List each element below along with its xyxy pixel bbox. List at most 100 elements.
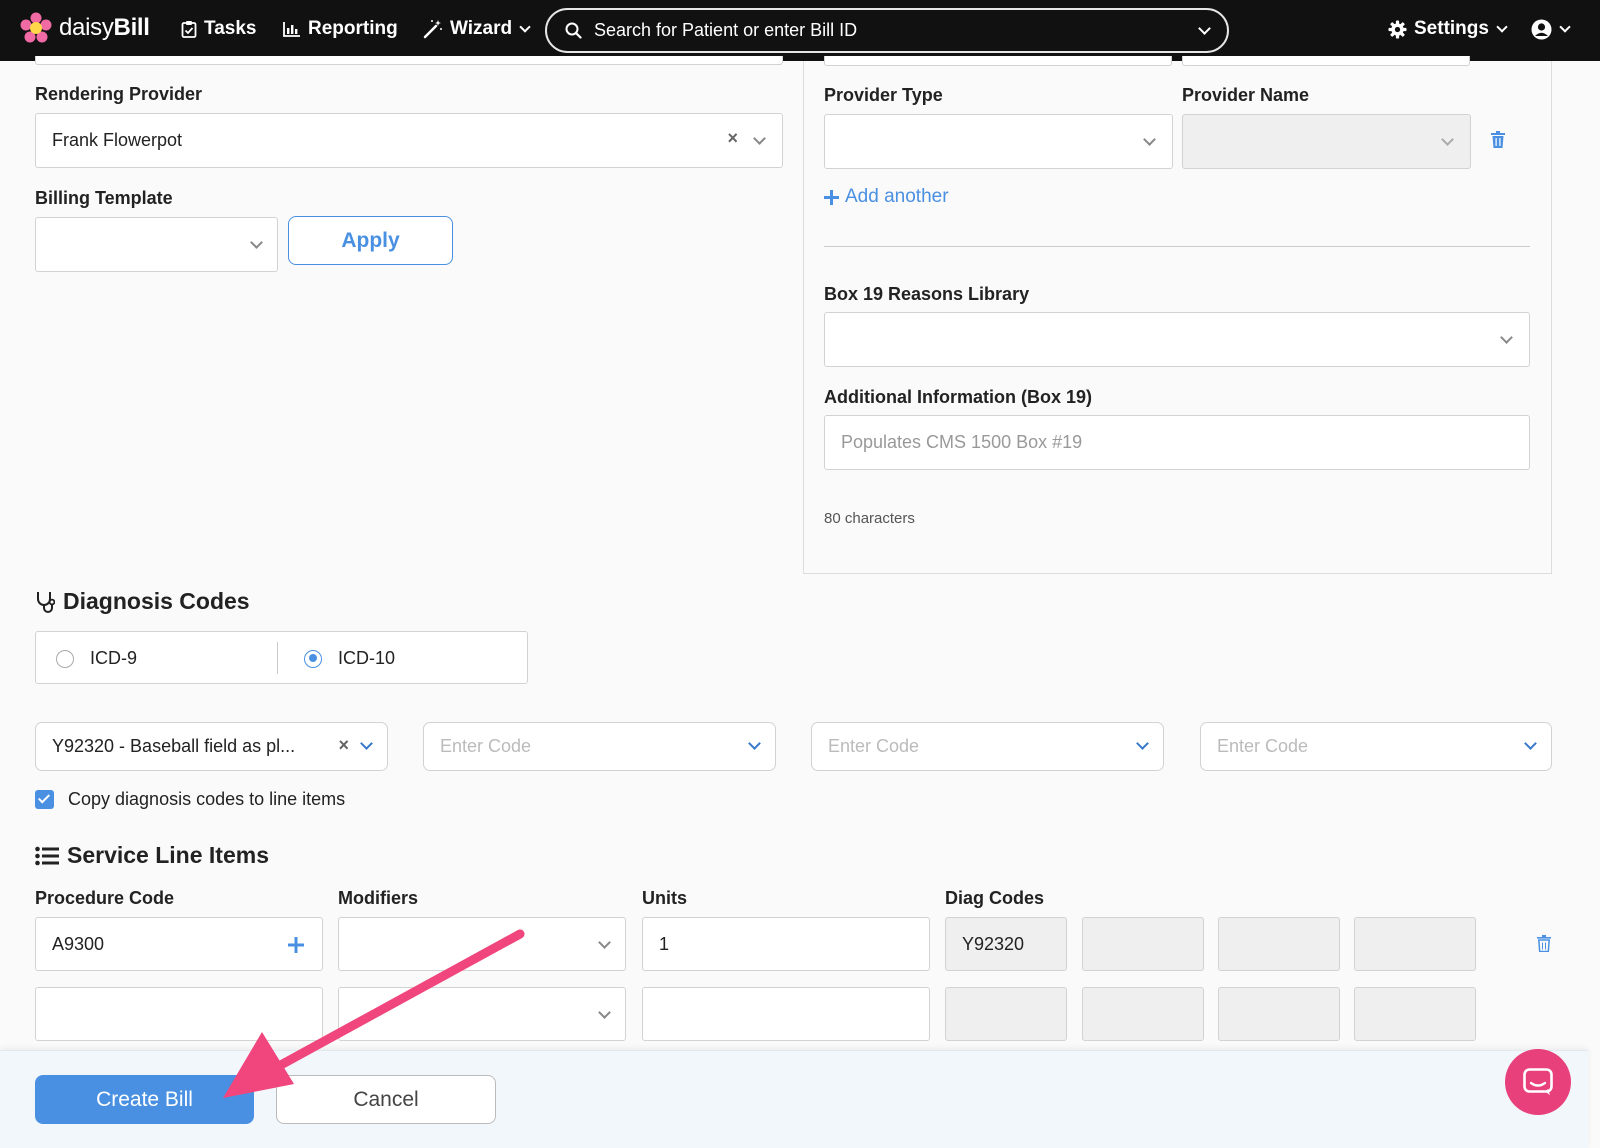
chevron-down-icon: [598, 936, 611, 949]
apply-button[interactable]: Apply: [288, 216, 453, 265]
plus-icon[interactable]: [288, 937, 304, 953]
radio-unchecked-icon: [56, 649, 74, 668]
radio-checked-icon: [304, 649, 322, 668]
diag-code-pointer-1[interactable]: [945, 987, 1067, 1041]
plus-icon: [824, 189, 839, 205]
trash-icon[interactable]: [1537, 935, 1551, 952]
billing-template-label: Billing Template: [35, 188, 173, 208]
icd10-radio[interactable]: ICD-10: [304, 648, 395, 669]
additional-info-label: Additional Information (Box 19): [824, 387, 1092, 407]
procedure-code-value: A9300: [52, 933, 105, 954]
units-header: Units: [642, 888, 687, 908]
create-bill-button[interactable]: Create Bill: [35, 1075, 254, 1124]
chat-launcher-button[interactable]: [1505, 1049, 1571, 1115]
chat-icon: [1523, 1068, 1553, 1095]
add-another-link[interactable]: Add another: [824, 186, 949, 208]
diag-code-pointer-4[interactable]: [1354, 917, 1476, 971]
chevron-down-icon: [748, 737, 761, 750]
diagnosis-code-3-select[interactable]: Enter Code: [811, 722, 1164, 771]
clear-icon[interactable]: ×: [727, 128, 738, 149]
gear-icon: [1388, 19, 1407, 39]
icd9-radio[interactable]: ICD-9: [56, 648, 137, 669]
stethoscope-icon: [37, 591, 55, 613]
chevron-down-icon: [1136, 737, 1149, 750]
nav-settings-label: Settings: [1414, 18, 1489, 39]
nav-reporting-label: Reporting: [308, 18, 398, 39]
diagnosis-code-2-placeholder: Enter Code: [440, 736, 532, 756]
procedure-code-header: Procedure Code: [35, 888, 175, 908]
units-input[interactable]: [642, 987, 930, 1041]
modifiers-select[interactable]: [338, 987, 626, 1041]
magic-wand-icon: [423, 20, 442, 39]
previous-field-edge: [1182, 56, 1470, 66]
provider-name-label: Provider Name: [1182, 85, 1310, 105]
logo-text: daisyBill: [59, 14, 150, 41]
chevron-down-icon: [1143, 133, 1156, 146]
list-icon: [35, 846, 59, 865]
nav-settings[interactable]: Settings: [1388, 14, 1508, 44]
chevron-down-icon: [1441, 133, 1454, 146]
service-line-items-title: Service Line Items: [67, 842, 269, 868]
toggle-divider: [277, 642, 278, 674]
modifiers-select[interactable]: [338, 917, 626, 971]
service-line-items-heading: Service Line Items: [35, 842, 269, 869]
user-menu[interactable]: [1531, 14, 1571, 44]
nav-reporting[interactable]: Reporting: [283, 14, 398, 44]
procedure-code-input[interactable]: A9300: [35, 917, 323, 971]
divider: [824, 246, 1530, 247]
icd10-label: ICD-10: [338, 648, 396, 668]
chevron-down-icon: [1559, 20, 1571, 33]
diag-code-pointer-2[interactable]: [1082, 917, 1204, 971]
icd9-label: ICD-9: [90, 648, 138, 668]
cancel-button[interactable]: Cancel: [276, 1075, 496, 1124]
nav-tasks-label: Tasks: [204, 18, 257, 39]
box19-library-label: Box 19 Reasons Library: [824, 284, 1030, 304]
units-input[interactable]: 1: [642, 917, 930, 971]
bar-chart-icon: [283, 22, 300, 37]
diagnosis-codes-title: Diagnosis Codes: [63, 588, 250, 614]
diag-code-pointer-2[interactable]: [1082, 987, 1204, 1041]
chevron-down-icon: [1500, 331, 1513, 344]
diagnosis-code-1-value: Y92320 - Baseball field as pl...: [52, 736, 296, 756]
user-avatar-icon: [1531, 19, 1552, 39]
clear-icon[interactable]: ×: [338, 735, 349, 756]
box19-library-select[interactable]: [824, 312, 1530, 367]
diag-code-pointer-1[interactable]: Y92320: [945, 917, 1067, 971]
chevron-down-icon: [598, 1006, 611, 1019]
additional-info-input[interactable]: Populates CMS 1500 Box #19: [824, 415, 1530, 470]
provider-type-label: Provider Type: [824, 85, 943, 105]
search-placeholder: Search for Patient or enter Bill ID: [594, 20, 858, 40]
search-bar[interactable]: Search for Patient or enter Bill ID: [545, 8, 1229, 53]
rendering-provider-select[interactable]: Frank Flowerpot ×: [35, 113, 783, 168]
units-value: 1: [659, 933, 670, 954]
diagnosis-code-4-placeholder: Enter Code: [1217, 736, 1309, 756]
trash-icon[interactable]: [1491, 131, 1505, 148]
chevron-down-icon: [1198, 21, 1211, 35]
procedure-code-input[interactable]: [35, 987, 323, 1041]
diag-code-pointer-3[interactable]: [1218, 917, 1340, 971]
chevron-down-icon: [250, 236, 263, 249]
diag-code-pointer-3[interactable]: [1218, 987, 1340, 1041]
chevron-down-icon: [753, 132, 766, 145]
diagnosis-code-4-select[interactable]: Enter Code: [1200, 722, 1552, 771]
copy-diagnosis-checkbox[interactable]: Copy diagnosis codes to line items: [35, 789, 345, 810]
copy-diagnosis-label: Copy diagnosis codes to line items: [68, 789, 346, 809]
checkbox-checked-icon: [35, 790, 54, 809]
provider-name-select[interactable]: [1182, 114, 1471, 169]
chevron-down-icon: [519, 20, 531, 33]
diagnosis-code-1-select[interactable]: Y92320 - Baseball field as pl... ×: [35, 722, 388, 771]
diag-code-pointer-4[interactable]: [1354, 987, 1476, 1041]
rendering-provider-label: Rendering Provider: [35, 84, 203, 104]
nav-tasks[interactable]: Tasks: [181, 14, 256, 44]
diagnosis-code-2-select[interactable]: Enter Code: [423, 722, 776, 771]
diagnosis-codes-heading: Diagnosis Codes: [35, 588, 250, 615]
billing-template-select[interactable]: [35, 217, 278, 272]
chevron-down-icon: [1496, 20, 1508, 33]
daisy-logo-icon: [20, 12, 52, 43]
nav-wizard[interactable]: Wizard: [423, 14, 531, 44]
diag-code-pointer-value: Y92320: [962, 933, 1025, 954]
provider-type-select[interactable]: [824, 114, 1173, 169]
previous-field-edge: [35, 56, 783, 65]
add-another-label: Add another: [845, 186, 949, 207]
app-logo[interactable]: daisyBill: [20, 12, 150, 43]
